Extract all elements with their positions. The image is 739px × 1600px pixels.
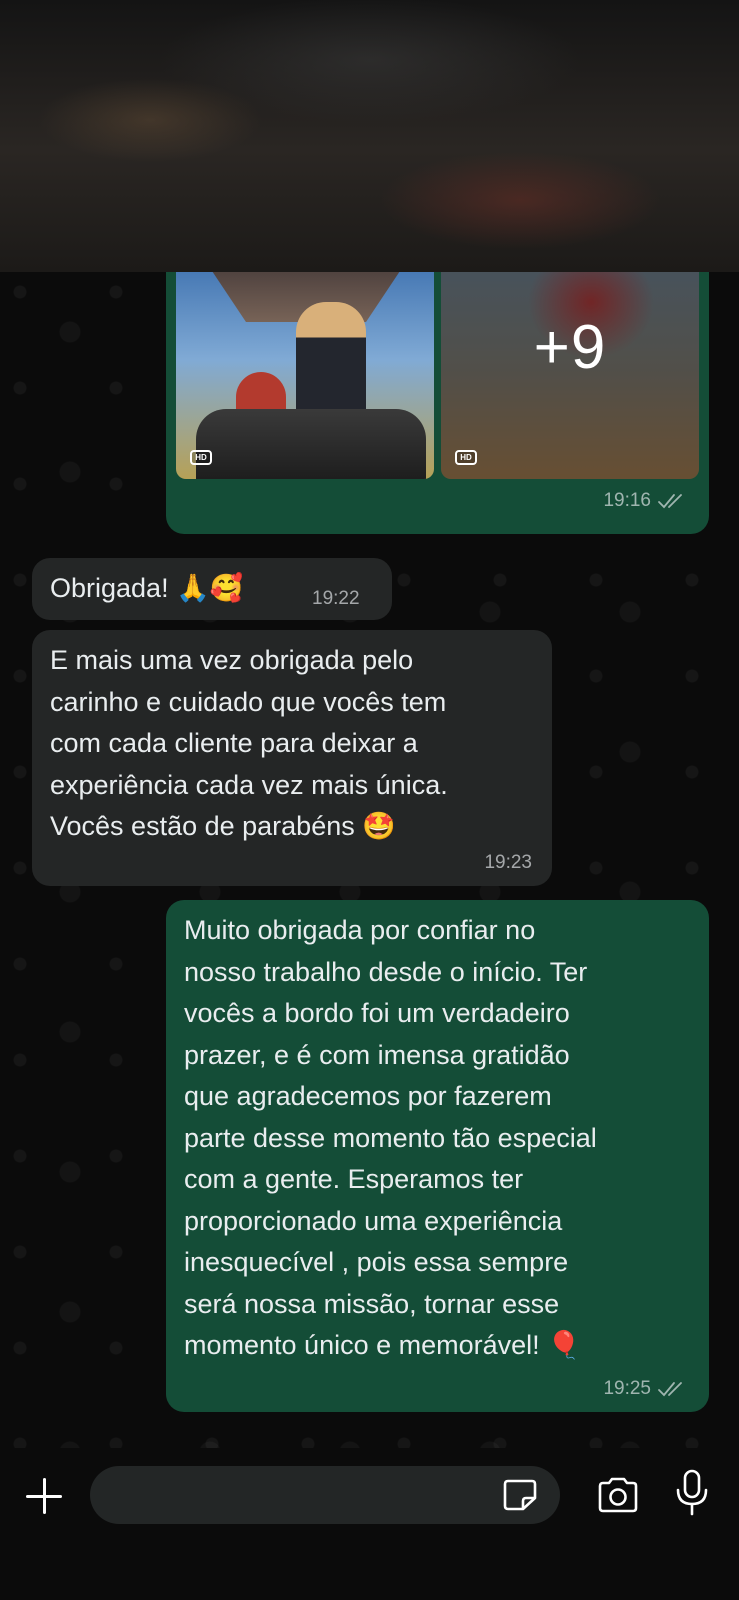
message-time: 19:16 xyxy=(603,490,651,511)
message-line: nosso trabalho desde o início. Ter xyxy=(184,956,588,987)
message-line: será nossa missão, tornar esse xyxy=(184,1288,560,1319)
message-line: carinho e cuidado que vocês tem xyxy=(50,686,447,717)
message-line: Muito obrigada por confiar no xyxy=(184,915,536,945)
message-time: 19:25 xyxy=(603,1378,651,1399)
message-input[interactable] xyxy=(90,1466,560,1524)
message-line: experiência cada vez mais única. xyxy=(50,769,448,800)
message-line: momento único e memorável! 🎈 xyxy=(184,1330,581,1360)
chat-message-list[interactable]: HD +9 HD 19:16 Obrigada! 🙏🥰 19:22 E mais… xyxy=(0,272,739,1448)
double-check-icon xyxy=(658,1382,682,1397)
outgoing-message-bubble[interactable]: Muito obrigada por confiar no nosso trab… xyxy=(166,900,709,1412)
message-time: 19:22 xyxy=(312,588,360,609)
message-line: prazer, e é com imensa gratidão xyxy=(184,1039,570,1070)
message-meta: 19:22 xyxy=(312,588,360,610)
camera-icon[interactable] xyxy=(596,1476,640,1514)
more-photos-count: +9 xyxy=(533,313,607,382)
blurred-header-area xyxy=(0,0,739,272)
media-message-bubble[interactable]: HD +9 HD 19:16 xyxy=(166,272,709,534)
message-meta: 19:25 xyxy=(603,1378,687,1400)
photo-thumbnail[interactable]: HD xyxy=(176,272,434,479)
incoming-message-bubble[interactable]: Obrigada! 🙏🥰 19:22 xyxy=(32,558,392,620)
hd-badge: HD xyxy=(190,450,212,465)
composer-bar xyxy=(0,1448,739,1600)
balloon-basket xyxy=(196,409,426,479)
sticker-icon[interactable] xyxy=(502,1478,538,1512)
message-time: 19:23 xyxy=(484,852,532,873)
message-line: E mais uma vez obrigada pelo xyxy=(50,645,414,675)
photo-thumbnail-more[interactable]: +9 HD xyxy=(441,272,699,479)
message-line: inesquecível , pois essa sempre xyxy=(184,1247,569,1277)
message-meta: 19:16 xyxy=(603,490,687,512)
message-text: E mais uma vez obrigada pelo carinho e c… xyxy=(50,640,540,848)
message-line: com cada cliente para deixar a xyxy=(50,728,418,758)
message-line: vocês a bordo foi um verdadeiro xyxy=(184,998,570,1028)
message-line: parte desse momento tão especial xyxy=(184,1122,597,1153)
message-text: Obrigada! 🙏🥰 xyxy=(50,573,244,603)
message-meta: 19:23 xyxy=(484,852,532,874)
message-line: proporcionado uma experiência xyxy=(184,1205,563,1236)
message-line: Vocês estão de parabéns 🤩 xyxy=(50,811,396,841)
double-check-icon xyxy=(658,494,682,509)
hd-badge: HD xyxy=(455,450,477,465)
message-text: Muito obrigada por confiar no nosso trab… xyxy=(184,910,694,1367)
incoming-message-bubble[interactable]: E mais uma vez obrigada pelo carinho e c… xyxy=(32,630,552,886)
plus-icon[interactable] xyxy=(22,1474,66,1518)
message-line: com a gente. Esperamos ter xyxy=(184,1164,524,1194)
message-line: que agradecemos por fazerem xyxy=(184,1081,552,1111)
microphone-icon[interactable] xyxy=(672,1468,712,1518)
